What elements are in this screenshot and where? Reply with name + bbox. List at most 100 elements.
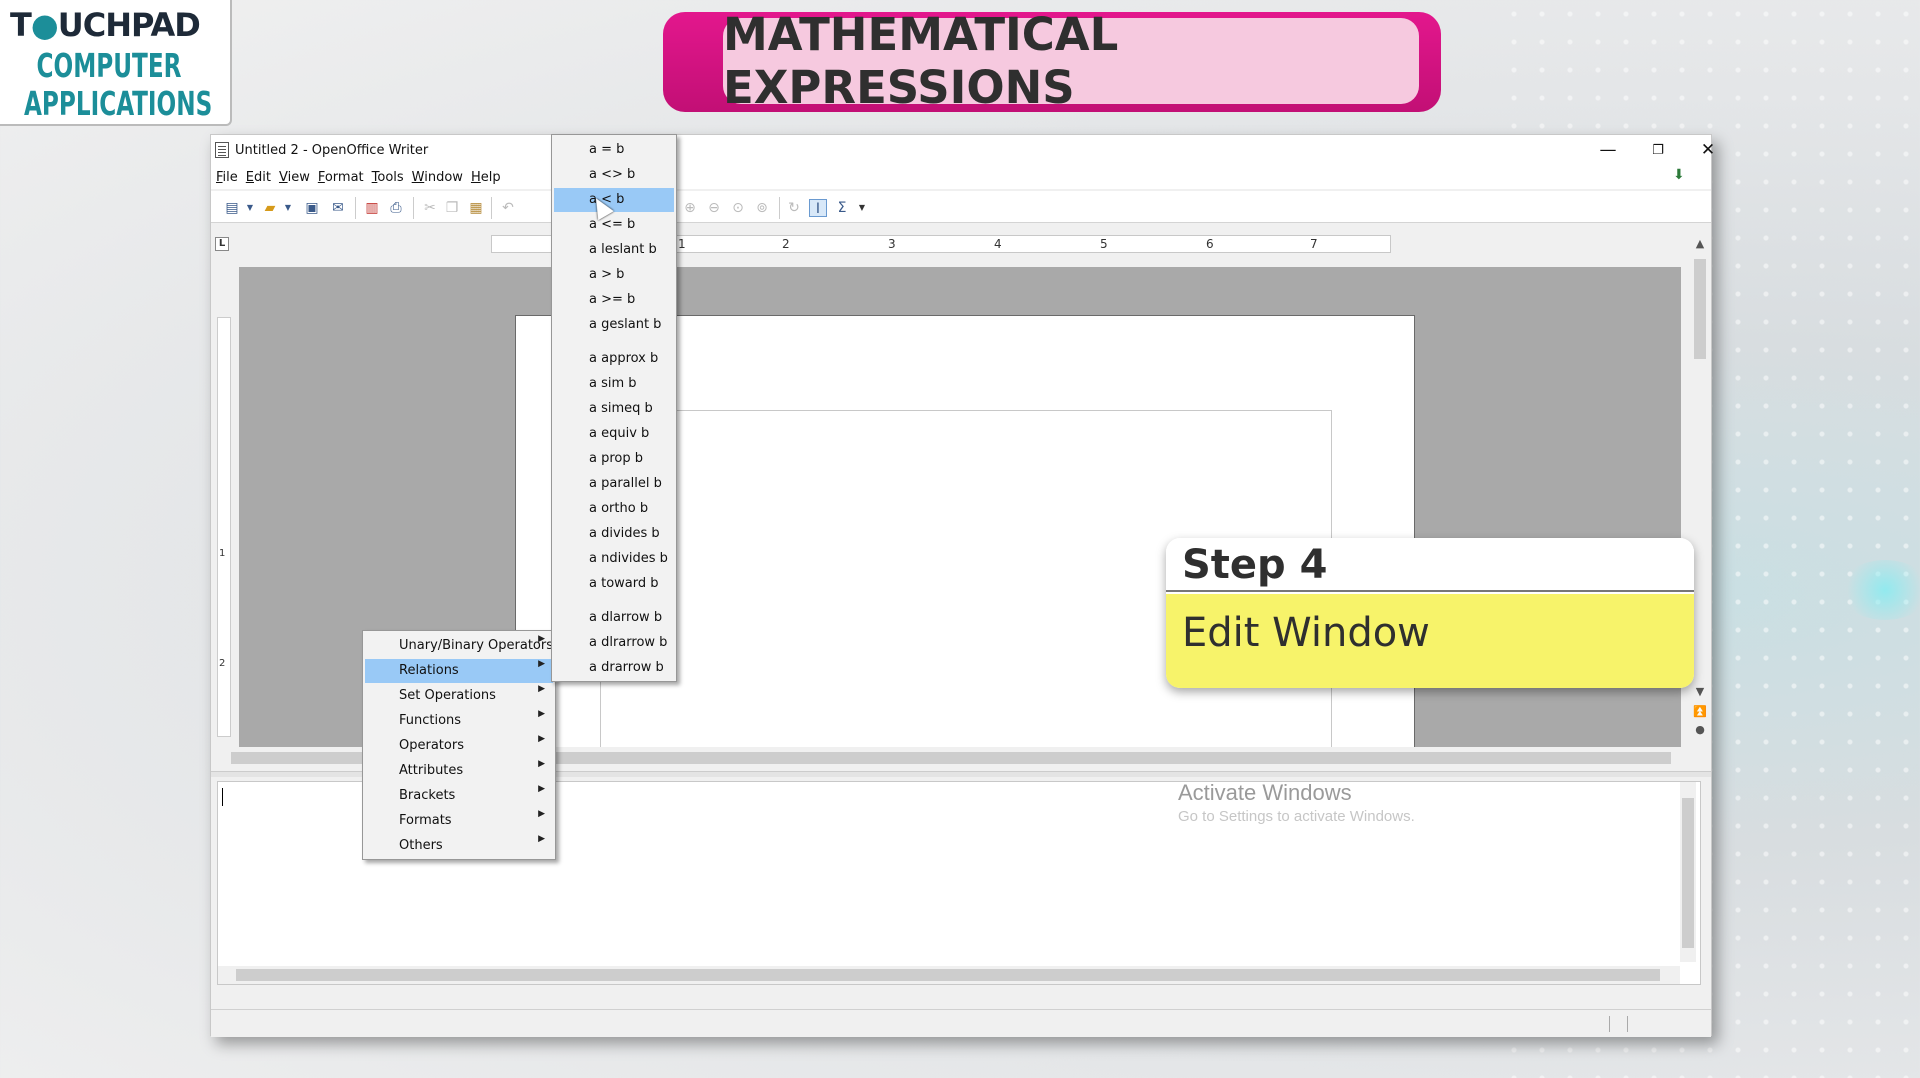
restore-button[interactable]: ❐ — [1633, 135, 1683, 165]
formula-cursor-icon[interactable]: I — [809, 199, 827, 217]
ruler-number: 7 — [1310, 237, 1318, 251]
title-banner: MATHEMATICAL EXPRESSIONS — [663, 8, 1441, 114]
commands-horizontal-scrollbar[interactable] — [218, 966, 1680, 984]
ruler-number: 4 — [994, 237, 1002, 251]
toolbar-separator — [355, 197, 356, 219]
submenu-arrow-icon: ▶ — [538, 784, 545, 794]
submenu-arrow-icon: ▶ — [538, 734, 545, 744]
background-glow — [1840, 560, 1920, 620]
menu-item-attributes[interactable]: Attributes ▶ — [365, 759, 553, 783]
menu-item-unary-binary-operators[interactable]: Unary/Binary Operators ▶ — [365, 634, 553, 658]
commands-horizontal-thumb[interactable] — [236, 969, 1660, 981]
scroll-up-arrow-icon[interactable]: ▲ — [1691, 237, 1709, 250]
paste-icon[interactable]: ▦ — [467, 199, 485, 217]
step-description: Edit Window — [1166, 594, 1694, 688]
relation-item[interactable]: a simeq b — [554, 397, 674, 421]
relation-item[interactable]: a ortho b — [554, 497, 674, 521]
relation-item[interactable]: a <> b — [554, 163, 674, 187]
menu-edit[interactable]: Edit — [246, 170, 271, 185]
ruler-number: 1 — [219, 548, 226, 559]
menu-format[interactable]: Format — [318, 170, 364, 185]
relation-item[interactable]: a leslant b — [554, 238, 674, 262]
toolbar-overflow-icon[interactable]: ▼ — [853, 199, 871, 217]
previous-page-icon[interactable]: ⏫ — [1691, 705, 1709, 718]
relation-item[interactable]: a ndivides b — [554, 547, 674, 571]
commands-vertical-thumb[interactable] — [1682, 798, 1694, 948]
zoom-in-icon[interactable]: ⊕ — [681, 199, 699, 217]
commands-vertical-scrollbar[interactable] — [1680, 782, 1696, 962]
relation-item[interactable]: a parallel b — [554, 472, 674, 496]
text-caret — [222, 788, 223, 806]
brand-wordmark-o: ● — [30, 6, 59, 44]
menu-item-others[interactable]: Others ▶ — [365, 834, 553, 858]
relation-item[interactable]: a dlrarrow b — [554, 631, 674, 655]
relation-item[interactable]: a dlarrow b — [554, 606, 674, 630]
relation-item[interactable]: a sim b — [554, 372, 674, 396]
relation-item[interactable]: a = b — [554, 138, 674, 162]
menu-window[interactable]: Window — [412, 170, 463, 185]
open-dropdown-icon[interactable]: ▼ — [279, 199, 297, 217]
new-document-icon[interactable]: ▤ — [223, 199, 241, 217]
elements-context-menu: Unary/Binary Operators ▶ Relations ▶ Set O… — [362, 630, 556, 860]
submenu-arrow-icon: ▶ — [538, 809, 545, 819]
new-dropdown-icon[interactable]: ▼ — [241, 199, 259, 217]
ruler-number: 1 — [678, 237, 686, 251]
relation-item[interactable]: a drarrow b — [554, 656, 674, 680]
extension-update-icon[interactable]: ⬇ — [1673, 167, 1691, 183]
symbols-icon[interactable]: Σ — [833, 199, 851, 217]
vertical-ruler[interactable]: 1 2 — [215, 263, 235, 743]
print-icon[interactable]: ⎙ — [387, 199, 405, 217]
relation-item[interactable]: a geslant b — [554, 313, 674, 337]
navigation-icon[interactable]: ● — [1691, 723, 1709, 736]
show-all-icon[interactable]: ⊚ — [753, 199, 771, 217]
toolbar-separator — [413, 197, 414, 219]
close-button[interactable]: ✕ — [1683, 135, 1733, 165]
minimize-button[interactable]: — — [1583, 135, 1633, 165]
ruler-number: 2 — [219, 658, 226, 669]
zoom-out-icon[interactable]: ⊖ — [705, 199, 723, 217]
relation-item[interactable]: a approx b — [554, 347, 674, 371]
relation-item[interactable]: a <= b — [554, 213, 674, 237]
open-icon[interactable]: ▰ — [261, 199, 279, 217]
menu-item-formats[interactable]: Formats ▶ — [365, 809, 553, 833]
status-separator — [1627, 1016, 1628, 1032]
undo-icon[interactable]: ↶ — [499, 199, 517, 217]
relation-item[interactable]: a >= b — [554, 288, 674, 312]
menu-file[interactable]: File — [216, 170, 238, 185]
standard-toolbar: ▤ ▼ ▰ ▼ ▣ ✉ ▥ ⎙ ✂ ❐ ▦ ↶ ⊕ ⊖ ⊙ ⊚ ↻ I Σ ▼ — [211, 191, 1711, 223]
menu-help[interactable]: Help — [471, 170, 501, 185]
brand-wordmark: T●UCHPAD — [10, 6, 201, 44]
zoom-100-icon[interactable]: ⊙ — [729, 199, 747, 217]
vertical-scroll-thumb[interactable] — [1694, 259, 1706, 359]
activate-windows-subtitle: Go to Settings to activate Windows. — [1178, 808, 1415, 825]
relation-item[interactable]: a toward b — [554, 572, 674, 596]
menu-item-set-operations[interactable]: Set Operations ▶ — [365, 684, 553, 708]
submenu-arrow-icon: ▶ — [538, 834, 545, 844]
relation-item[interactable]: a < b — [554, 188, 674, 212]
menu-view[interactable]: View — [279, 170, 310, 185]
copy-icon[interactable]: ❐ — [443, 199, 461, 217]
brand-line-1: COMPUTER — [36, 46, 182, 85]
menu-tools[interactable]: Tools — [372, 170, 404, 185]
export-pdf-icon[interactable]: ▥ — [363, 199, 381, 217]
update-icon[interactable]: ↻ — [785, 199, 803, 217]
menu-item-relations[interactable]: Relations ▶ — [365, 659, 553, 683]
cut-icon[interactable]: ✂ — [421, 199, 439, 217]
relation-item[interactable]: a divides b — [554, 522, 674, 546]
email-icon[interactable]: ✉ — [329, 199, 347, 217]
menu-bar: File Edit View Format Tools Window Help — [211, 165, 1711, 189]
menu-item-operators[interactable]: Operators ▶ — [365, 734, 553, 758]
submenu-arrow-icon: ▶ — [538, 659, 545, 669]
relation-item[interactable]: a prop b — [554, 447, 674, 471]
relation-item[interactable]: a equiv b — [554, 422, 674, 446]
save-icon[interactable]: ▣ — [303, 199, 321, 217]
step-callout: Step 4 Edit Window — [1166, 538, 1694, 688]
tab-stop-selector[interactable]: L — [215, 237, 229, 251]
brand-line-2: APPLICATIONS — [23, 84, 213, 123]
relation-item[interactable]: a > b — [554, 263, 674, 287]
vertical-ruler-scale: 1 2 — [217, 317, 231, 737]
menu-item-brackets[interactable]: Brackets ▶ — [365, 784, 553, 808]
menu-item-functions[interactable]: Functions ▶ — [365, 709, 553, 733]
status-separator — [1609, 1016, 1610, 1032]
ruler-number: 3 — [888, 237, 896, 251]
